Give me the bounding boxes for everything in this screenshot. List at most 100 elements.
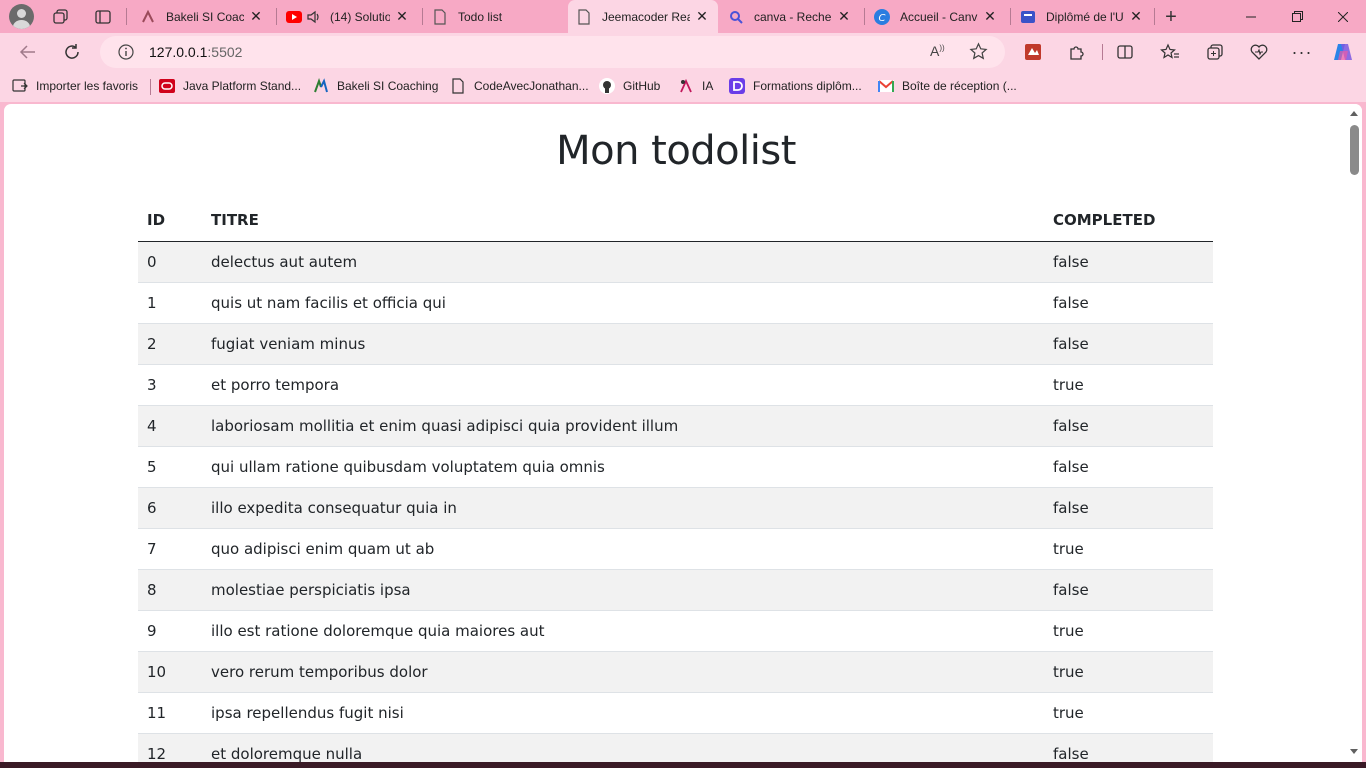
close-icon[interactable]: ✕: [836, 8, 852, 25]
cell-completed: false: [1044, 446, 1213, 488]
scroll-thumb[interactable]: [1350, 125, 1359, 175]
read-aloud-icon[interactable]: A)): [930, 43, 945, 59]
tab-canva-search[interactable]: canva - Recherche ✕: [720, 4, 860, 29]
cell-completed: true: [1044, 610, 1213, 652]
browser-essentials-icon[interactable]: [1247, 40, 1271, 64]
table-row: 7 quo adipisci enim quam ut ab true: [138, 528, 1213, 570]
table-header-row: ID TITRE COMPLETED: [138, 200, 1213, 242]
table-row: 11 ipsa repellendus fugit nisi true: [138, 692, 1213, 734]
favorite-gmail[interactable]: Boîte de réception (...: [878, 77, 1017, 95]
favorite-codeavecjonathan[interactable]: CodeAvecJonathan...: [450, 77, 589, 95]
tab-todo-list[interactable]: Todo list: [424, 4, 564, 29]
address-bar[interactable]: 127.0.0.1:5502 A)): [100, 36, 1005, 68]
gmail-icon: [878, 78, 894, 94]
favorite-label: CodeAvecJonathan...: [474, 79, 589, 93]
cell-completed: true: [1044, 364, 1213, 406]
tab-title: Todo list: [458, 9, 503, 24]
favorite-label: Importer les favoris: [36, 79, 139, 93]
column-header-id: ID: [138, 200, 202, 242]
table-row: 4 laboriosam mollitia et enim quasi adipi…: [138, 405, 1213, 447]
todo-table: ID TITRE COMPLETED 0 delectus aut autem fa…: [138, 200, 1213, 762]
workspaces-icon[interactable]: [50, 6, 72, 28]
site-info-icon[interactable]: [118, 44, 134, 65]
back-button[interactable]: [16, 40, 40, 64]
favorite-label: Boîte de réception (...: [902, 79, 1017, 93]
favorite-java[interactable]: Java Platform Stand...: [159, 77, 301, 95]
favorite-bakeli[interactable]: Bakeli SI Coaching: [313, 77, 438, 95]
tab-jeemacoder-active[interactable]: Jeemacoder React ✕: [568, 0, 718, 33]
github-icon: [599, 78, 615, 94]
close-window-button[interactable]: [1320, 0, 1366, 33]
copilot-icon[interactable]: [1331, 40, 1355, 64]
cell-completed: true: [1044, 692, 1213, 734]
favorite-label: Java Platform Stand...: [183, 79, 302, 93]
page-icon: [576, 8, 592, 25]
close-icon[interactable]: ✕: [248, 8, 264, 25]
table-row: 3 et porro tempora true: [138, 364, 1213, 406]
favorite-github[interactable]: GitHub: [599, 77, 660, 95]
cell-completed: false: [1044, 323, 1213, 365]
split-screen-icon[interactable]: [1113, 40, 1137, 64]
collections-icon[interactable]: [1203, 40, 1227, 64]
page-icon: [432, 8, 448, 25]
minimize-button[interactable]: [1228, 0, 1274, 33]
cell-id: 6: [138, 487, 202, 529]
column-header-title: TITRE: [202, 200, 1044, 242]
close-icon[interactable]: ✕: [694, 8, 710, 25]
favorite-formations[interactable]: Formations diplôm...: [729, 77, 862, 95]
favorite-import[interactable]: Importer les favoris: [12, 77, 138, 95]
vertical-scrollbar[interactable]: [1347, 104, 1362, 762]
cell-title: quo adipisci enim quam ut ab: [202, 528, 1044, 570]
favorites-icon[interactable]: [1158, 40, 1182, 64]
page-title: Mon todolist: [556, 128, 796, 174]
close-icon[interactable]: ✕: [394, 8, 410, 25]
cell-title: laboriosam mollitia et enim quasi adipis…: [202, 405, 1044, 447]
refresh-button[interactable]: [60, 40, 84, 64]
table-row: 5 qui ullam ratione quibusdam voluptatem …: [138, 446, 1213, 488]
favorite-label: IA: [702, 79, 714, 93]
cell-id: 8: [138, 569, 202, 611]
cell-id: 0: [138, 241, 202, 283]
favorite-label: GitHub: [623, 79, 661, 93]
close-icon[interactable]: ✕: [1128, 8, 1144, 25]
tab-diplome[interactable]: Diplômé de l'UVS ✕: [1012, 4, 1152, 29]
cell-title: molestiae perspiciatis ipsa: [202, 569, 1044, 611]
cell-id: 7: [138, 528, 202, 570]
favorite-label: Bakeli SI Coaching: [337, 79, 439, 93]
new-tab-button[interactable]: +: [1160, 6, 1182, 28]
cell-title: illo est ratione doloremque quia maiores…: [202, 610, 1044, 652]
restore-button[interactable]: [1274, 0, 1320, 33]
extension-icon[interactable]: [1021, 40, 1045, 64]
tab-title: Diplômé de l'UVS: [1046, 9, 1124, 24]
table-row: 0 delectus aut autem false: [138, 241, 1213, 283]
tab-title: canva - Recherche: [754, 9, 832, 24]
cell-id: 1: [138, 282, 202, 324]
tab-actions-icon[interactable]: [92, 6, 114, 28]
extensions-puzzle-icon[interactable]: [1065, 40, 1089, 64]
table-row: 12 et doloremque nulla false: [138, 733, 1213, 762]
cell-title: illo expedita consequatur quia in: [202, 487, 1044, 529]
bakeli-icon: [140, 9, 156, 25]
tab-canva-home[interactable]: C Accueil - Canva ✕: [866, 4, 1006, 29]
speaker-icon[interactable]: [306, 9, 322, 25]
cell-title: qui ullam ratione quibusdam voluptatem q…: [202, 446, 1044, 488]
tab-youtube[interactable]: (14) Solution ✕: [278, 4, 418, 29]
favorite-ia[interactable]: IA: [678, 77, 713, 95]
search-icon: [728, 9, 744, 25]
tab-bakeli[interactable]: Bakeli SI Coaching ✕: [132, 4, 272, 29]
cell-title: ipsa repellendus fugit nisi: [202, 692, 1044, 734]
more-options-icon[interactable]: ···: [1290, 40, 1314, 64]
tab-strip: Bakeli SI Coaching ✕ (14) Solution ✕ Tod…: [0, 0, 1366, 33]
favorite-star-icon[interactable]: [969, 42, 988, 66]
ia-icon: [678, 78, 694, 94]
cell-title: delectus aut autem: [202, 241, 1044, 283]
formations-icon: [729, 78, 745, 94]
close-icon[interactable]: ✕: [982, 8, 998, 25]
tab-title: Accueil - Canva: [900, 9, 978, 24]
table-row: 9 illo est ratione doloremque quia maiore…: [138, 610, 1213, 652]
scroll-up-arrow-icon[interactable]: [1350, 111, 1358, 116]
svg-text:C: C: [879, 13, 886, 24]
profile-avatar[interactable]: [9, 4, 34, 29]
cell-title: et doloremque nulla: [202, 733, 1044, 762]
scroll-down-arrow-icon[interactable]: [1350, 749, 1358, 754]
